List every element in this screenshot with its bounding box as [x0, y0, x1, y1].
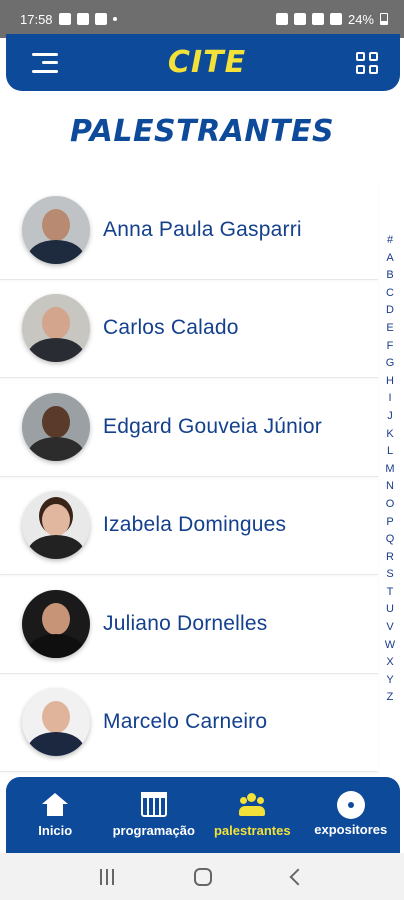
speaker-avatar	[22, 589, 90, 658]
alpha-index-letter[interactable]: T	[387, 584, 394, 602]
speaker-name: Carlos Calado	[103, 316, 239, 340]
qr-code-icon[interactable]	[355, 51, 378, 74]
alpha-index-letter[interactable]: J	[387, 408, 393, 426]
alpha-index-letter[interactable]: W	[385, 637, 395, 655]
recent-apps-icon[interactable]	[100, 868, 114, 885]
alpha-index-letter[interactable]: K	[386, 426, 393, 444]
speaker-name: Anna Paula Gasparri	[103, 217, 302, 241]
calendar-icon	[140, 791, 167, 817]
alphabet-index[interactable]: # A B C D E F G H I J K L M N O P Q R S …	[381, 232, 399, 707]
nav-palestrantes[interactable]: palestrantes	[203, 777, 302, 853]
more-notifications-icon	[112, 17, 117, 21]
signal-icon	[329, 13, 342, 25]
chat-notification-icon	[76, 13, 89, 25]
speaker-row[interactable]: Juliano Dornelles	[0, 575, 378, 674]
gallery-notification-icon	[58, 13, 71, 25]
speaker-avatar	[22, 294, 90, 363]
speaker-row[interactable]: Marcelo Carneiro	[0, 674, 378, 772]
bottom-nav: Inicio programação palestrantes exposito…	[6, 777, 400, 853]
home-icon	[42, 792, 69, 817]
speaker-row[interactable]: Carlos Calado	[0, 280, 378, 378]
speaker-row[interactable]: Anna Paula Gasparri	[0, 181, 378, 280]
alpha-index-letter[interactable]: B	[386, 267, 393, 285]
alpha-index-letter[interactable]: Q	[386, 531, 395, 549]
badge-icon	[339, 793, 362, 816]
alpha-index-letter[interactable]: I	[388, 390, 391, 408]
mute-icon	[275, 13, 288, 25]
alpha-index-letter[interactable]: S	[386, 566, 393, 584]
status-left: 17:58	[20, 12, 117, 27]
alpha-index-letter[interactable]: U	[386, 601, 394, 619]
speaker-name: Juliano Dornelles	[103, 611, 268, 635]
speaker-name: Izabela Domingues	[103, 513, 287, 537]
nav-label: Inicio	[38, 822, 73, 838]
brand-logo[interactable]: CITE	[168, 45, 246, 80]
speaker-list: Anna Paula Gasparri Carlos Calado Edgard…	[0, 181, 378, 772]
status-right: 24%	[275, 11, 388, 27]
nav-label: programação	[112, 822, 195, 838]
alpha-index-letter[interactable]: D	[386, 302, 394, 320]
alpha-index-letter[interactable]: #	[387, 232, 393, 250]
alpha-index-letter[interactable]: H	[386, 373, 394, 391]
hamburger-menu-icon[interactable]	[32, 52, 58, 73]
nav-label: expositores	[314, 821, 388, 837]
alpha-index-letter[interactable]: Y	[386, 672, 393, 690]
battery-icon	[380, 13, 388, 25]
people-icon	[239, 793, 266, 817]
nav-label: palestrantes	[213, 822, 291, 838]
alpha-index-letter[interactable]: C	[386, 285, 394, 303]
home-button-icon[interactable]	[194, 867, 212, 886]
nav-programacao[interactable]: programação	[105, 777, 204, 853]
alpha-index-letter[interactable]: O	[386, 496, 395, 514]
status-bar: 17:58 24%	[0, 0, 404, 38]
system-nav-bar	[0, 853, 404, 900]
alpha-index-letter[interactable]: L	[387, 443, 393, 461]
page-title: PALESTRANTES	[69, 114, 335, 149]
status-time: 17:58	[20, 11, 53, 27]
alpha-index-letter[interactable]: R	[386, 549, 394, 567]
speaker-avatar	[22, 392, 90, 461]
speaker-name: Marcelo Carneiro	[103, 710, 268, 734]
volte-icon	[293, 13, 306, 25]
alpha-index-letter[interactable]: X	[386, 654, 393, 672]
alpha-index-letter[interactable]: P	[386, 514, 393, 532]
speaker-row[interactable]: Izabela Domingues	[0, 477, 378, 575]
speaker-row[interactable]: Edgard Gouveia Júnior	[0, 378, 378, 477]
battery-percent: 24%	[347, 11, 374, 27]
alpha-index-letter[interactable]: F	[387, 338, 394, 356]
app-header: CITE	[6, 34, 400, 91]
speaker-avatar	[22, 491, 90, 560]
app-notification-icon	[94, 13, 107, 25]
alpha-index-letter[interactable]: G	[386, 355, 395, 373]
nav-expositores[interactable]: expositores	[302, 777, 401, 853]
alpha-index-letter[interactable]: Z	[387, 689, 394, 707]
alpha-index-letter[interactable]: V	[386, 619, 393, 637]
speaker-name: Edgard Gouveia Júnior	[103, 414, 322, 438]
back-icon[interactable]	[289, 868, 307, 885]
alpha-index-letter[interactable]: E	[386, 320, 393, 338]
speaker-avatar	[22, 688, 90, 757]
alpha-index-letter[interactable]: N	[386, 478, 394, 496]
wifi-icon	[311, 13, 324, 25]
alpha-index-letter[interactable]: A	[386, 250, 393, 268]
speaker-avatar	[22, 195, 90, 264]
alpha-index-letter[interactable]: M	[385, 461, 394, 479]
nav-inicio[interactable]: Inicio	[6, 777, 105, 853]
